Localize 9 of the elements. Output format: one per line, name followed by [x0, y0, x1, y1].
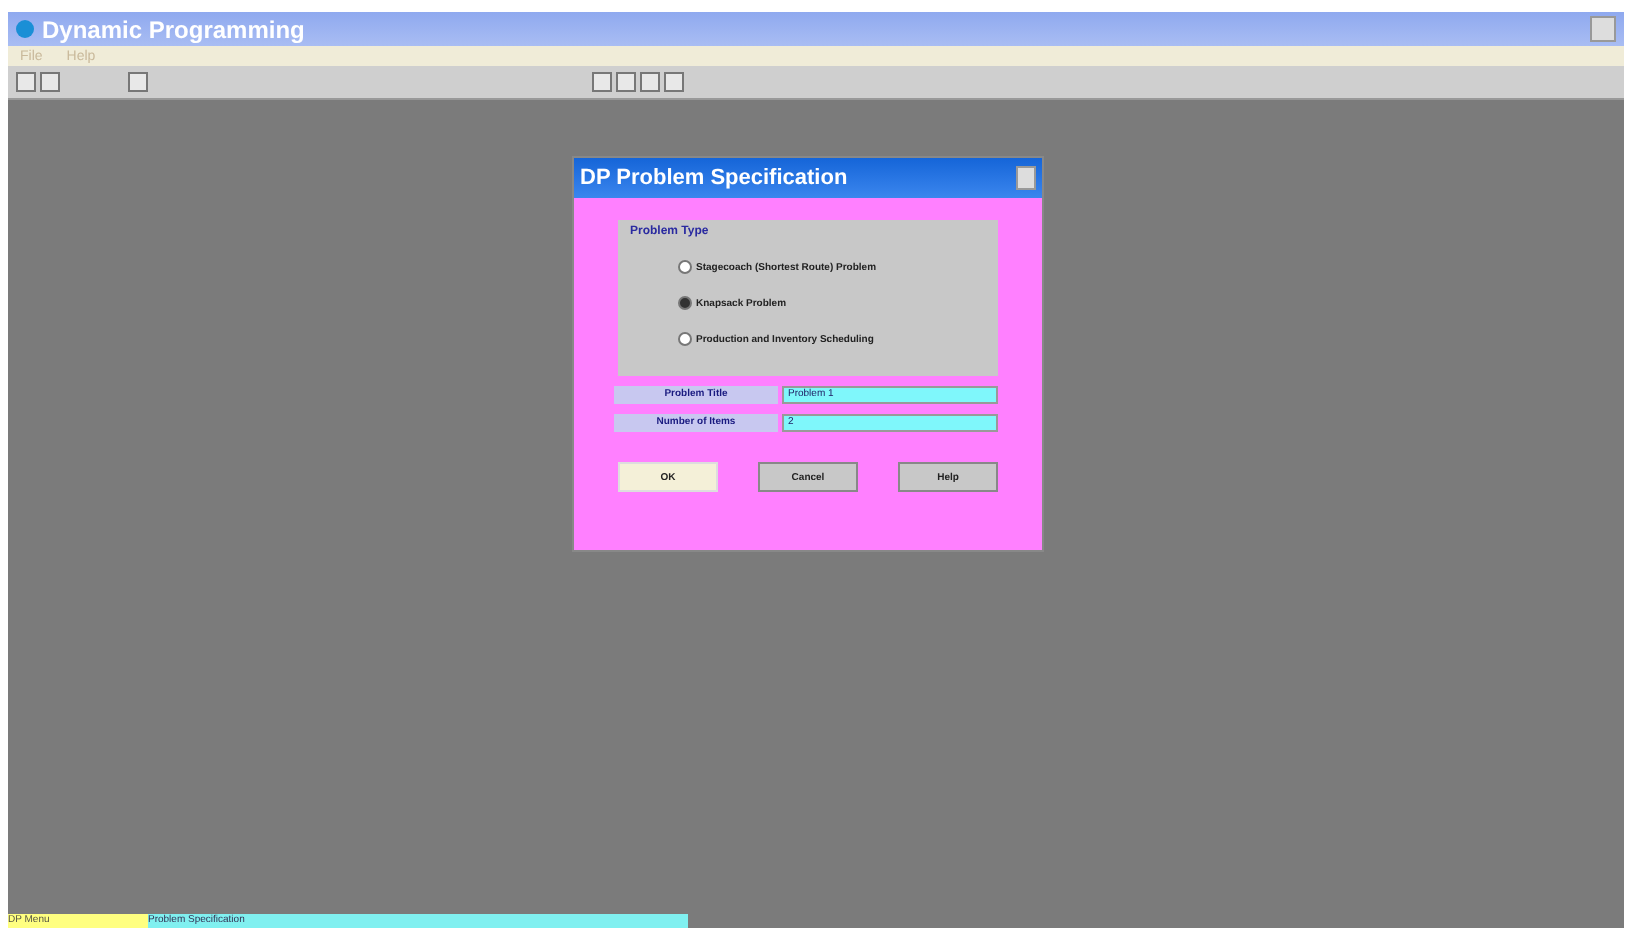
app-icon [16, 20, 34, 38]
radio-button[interactable] [678, 260, 692, 274]
dialog-title: DP Problem Specification [580, 166, 848, 190]
radio-button[interactable] [678, 296, 692, 310]
radio-button[interactable] [678, 332, 692, 346]
dialog-control-icon[interactable] [1016, 166, 1036, 190]
window-title: Dynamic Programming [42, 15, 305, 43]
window-control-icon[interactable] [1590, 16, 1616, 42]
toolbar-icon[interactable] [128, 72, 148, 92]
